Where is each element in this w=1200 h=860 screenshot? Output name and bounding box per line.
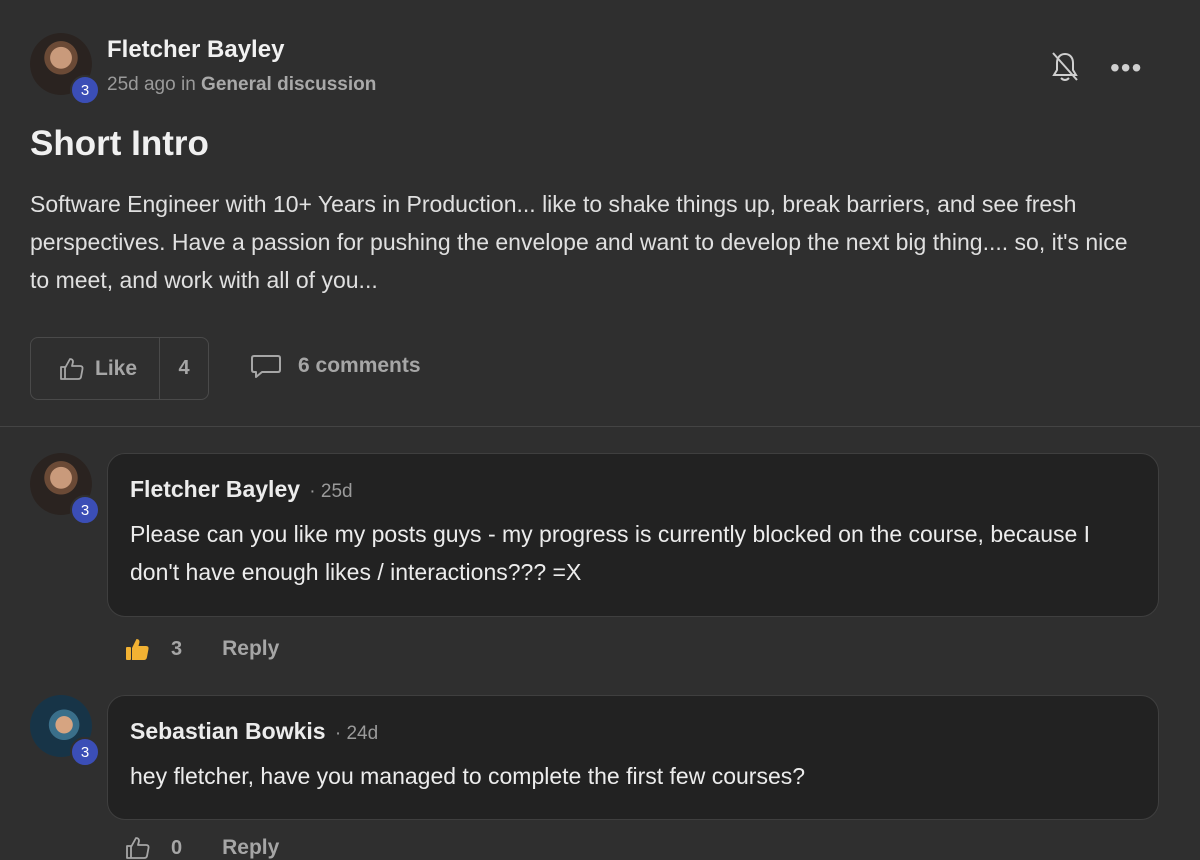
divider	[0, 426, 1200, 427]
comments-count-label: 6 comments	[298, 354, 421, 377]
level-badge: 3	[70, 75, 100, 105]
post-title: Short Intro	[30, 124, 209, 163]
post-author-name[interactable]: Fletcher Bayley	[107, 36, 284, 64]
like-label: Like	[95, 356, 138, 380]
comment-author-line: Fletcher Bayley · 25d	[130, 476, 353, 502]
like-button[interactable]: Like	[31, 338, 160, 399]
comment-author-avatar[interactable]: 3	[30, 453, 100, 525]
level-badge: 3	[70, 495, 100, 525]
like-control: Like 4	[30, 337, 209, 400]
post-in-word: in	[180, 74, 196, 95]
comment-author-name[interactable]: Fletcher Bayley	[130, 476, 300, 502]
comment-author-avatar[interactable]: 3	[30, 695, 100, 767]
comment-author-line: Sebastian Bowkis · 24d	[130, 718, 379, 744]
more-horizontal-icon[interactable]: •••	[1110, 52, 1142, 84]
comment-bubble: Fletcher Bayley · 25d Please can you lik…	[107, 453, 1159, 617]
reply-button[interactable]: Reply	[222, 836, 279, 860]
comment-actions: 0 Reply	[125, 836, 279, 860]
like-count[interactable]: 4	[160, 338, 208, 399]
comment-time: 25d	[320, 481, 353, 502]
thumbs-up-filled-icon[interactable]	[125, 637, 151, 661]
comment-time: 24d	[346, 723, 379, 744]
post-author-avatar[interactable]: 3	[30, 33, 100, 105]
reply-button[interactable]: Reply	[222, 637, 279, 661]
post-meta: 25d ago in General discussion	[107, 74, 376, 96]
thumbs-up-outline-icon	[60, 357, 84, 380]
post-category-link[interactable]: General discussion	[201, 74, 376, 95]
post-body: Software Engineer with 10+ Years in Prod…	[30, 191, 1128, 293]
post: 3 Fletcher Bayley 25d ago in General dis…	[0, 0, 1200, 427]
bell-off-icon[interactable]	[1050, 50, 1080, 84]
comment-bubble: Sebastian Bowkis · 24d hey fletcher, hav…	[107, 695, 1159, 820]
comment-like-count: 0	[171, 836, 183, 859]
thumbs-up-outline-icon[interactable]	[125, 836, 151, 860]
comment-author-name[interactable]: Sebastian Bowkis	[130, 718, 326, 744]
comment-actions: 3 Reply	[125, 637, 279, 661]
comment-text: Please can you like my posts guys - my p…	[130, 521, 1091, 585]
level-badge: 3	[70, 737, 100, 767]
comment-like-count: 3	[171, 637, 183, 660]
comment-text: hey fletcher, have you managed to comple…	[130, 763, 806, 789]
post-time: 25d ago	[107, 74, 176, 95]
comments-link[interactable]: 6 comments	[250, 352, 421, 380]
comment-bubble-icon	[251, 355, 281, 378]
